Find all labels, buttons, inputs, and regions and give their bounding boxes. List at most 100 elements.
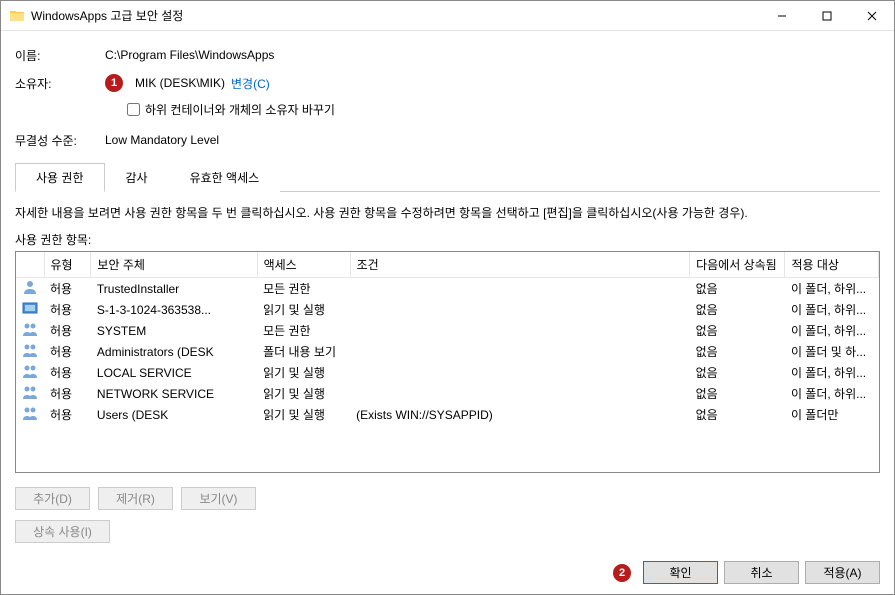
list-label: 사용 권한 항목: <box>15 231 880 248</box>
replace-owner-checkbox[interactable] <box>127 103 140 116</box>
table-row[interactable]: 허용S-1-3-1024-363538...읽기 및 실행 없음이 폴더, 하위.… <box>16 299 879 320</box>
tabs: 사용 권한 감사 유효한 액세스 <box>15 162 880 192</box>
col-applies[interactable]: 적용 대상 <box>785 252 879 278</box>
integrity-label: 무결성 수준: <box>15 132 105 149</box>
col-icon[interactable] <box>16 252 44 278</box>
col-type[interactable]: 유형 <box>44 252 91 278</box>
principal-icon <box>16 383 44 404</box>
cell-applies: 이 폴더, 하위... <box>785 299 879 320</box>
view-button[interactable]: 보기(V) <box>181 487 256 510</box>
cell-principal: S-1-3-1024-363538... <box>91 299 257 320</box>
cell-inherited: 없음 <box>690 341 785 362</box>
table-row[interactable]: 허용Administrators (DESK폴더 내용 보기 없음이 폴더 및 하… <box>16 341 879 362</box>
name-value: C:\Program Files\WindowsApps <box>105 48 274 62</box>
owner-row: 소유자: 1 MIK (DESK\MIK) 변경(C) <box>15 71 880 95</box>
principal-icon <box>16 404 44 425</box>
close-button[interactable] <box>849 1 894 30</box>
cell-principal: SYSTEM <box>91 320 257 341</box>
apply-button[interactable]: 적용(A) <box>805 561 880 584</box>
cell-type: 허용 <box>44 278 91 300</box>
enable-inheritance-button[interactable]: 상속 사용(I) <box>15 520 110 543</box>
inherit-row: 상속 사용(I) <box>15 520 880 543</box>
cell-type: 허용 <box>44 362 91 383</box>
cell-access: 읽기 및 실행 <box>257 362 350 383</box>
cell-type: 허용 <box>44 320 91 341</box>
cell-principal: NETWORK SERVICE <box>91 383 257 404</box>
titlebar: WindowsApps 고급 보안 설정 <box>1 1 894 31</box>
cell-inherited: 없음 <box>690 278 785 300</box>
principal-icon <box>16 341 44 362</box>
table-header-row: 유형 보안 주체 액세스 조건 다음에서 상속됨 적용 대상 <box>16 252 879 278</box>
owner-value-group: 1 MIK (DESK\MIK) 변경(C) <box>105 74 270 92</box>
col-inherited[interactable]: 다음에서 상속됨 <box>690 252 785 278</box>
cell-applies: 이 폴더, 하위... <box>785 362 879 383</box>
table-row[interactable]: 허용TrustedInstaller모든 권한없음이 폴더, 하위... <box>16 278 879 300</box>
col-condition[interactable]: 조건 <box>350 252 689 278</box>
window-title: WindowsApps 고급 보안 설정 <box>31 7 759 24</box>
cell-type: 허용 <box>44 299 91 320</box>
permissions-table: 유형 보안 주체 액세스 조건 다음에서 상속됨 적용 대상 허용Trusted… <box>16 252 879 425</box>
replace-owner-label: 하위 컨테이너와 개체의 소유자 바꾸기 <box>145 101 335 118</box>
table-row[interactable]: 허용NETWORK SERVICE읽기 및 실행 없음이 폴더, 하위... <box>16 383 879 404</box>
cell-applies: 이 폴더만 <box>785 404 879 425</box>
instruction-text: 자세한 내용을 보려면 사용 권한 항목을 두 번 클릭하십시오. 사용 권한 … <box>15 204 880 221</box>
principal-icon <box>16 320 44 341</box>
cell-inherited: 없음 <box>690 383 785 404</box>
table-row[interactable]: 허용Users (DESK읽기 및 실행(Exists WIN://SYSAPP… <box>16 404 879 425</box>
integrity-value: Low Mandatory Level <box>105 133 219 147</box>
cell-access: 읽기 및 실행 <box>257 299 350 320</box>
cell-condition <box>350 278 689 300</box>
add-button[interactable]: 추가(D) <box>15 487 90 510</box>
cell-condition <box>350 320 689 341</box>
cell-inherited: 없음 <box>690 404 785 425</box>
remove-button[interactable]: 제거(R) <box>98 487 173 510</box>
window-controls <box>759 1 894 30</box>
action-buttons: 추가(D) 제거(R) 보기(V) <box>15 487 880 510</box>
folder-icon <box>9 8 25 24</box>
permissions-table-container: 유형 보안 주체 액세스 조건 다음에서 상속됨 적용 대상 허용Trusted… <box>15 251 880 473</box>
replace-owner-row: 하위 컨테이너와 개체의 소유자 바꾸기 <box>127 101 880 118</box>
cell-applies: 이 폴더, 하위... <box>785 383 879 404</box>
name-label: 이름: <box>15 47 105 64</box>
maximize-button[interactable] <box>804 1 849 30</box>
marker-2: 2 <box>613 564 631 582</box>
col-principal[interactable]: 보안 주체 <box>91 252 257 278</box>
tab-permissions[interactable]: 사용 권한 <box>15 163 105 192</box>
cell-principal: LOCAL SERVICE <box>91 362 257 383</box>
cell-condition <box>350 362 689 383</box>
cell-applies: 이 폴더, 하위... <box>785 320 879 341</box>
cell-type: 허용 <box>44 383 91 404</box>
cell-type: 허용 <box>44 341 91 362</box>
principal-icon <box>16 299 44 320</box>
cell-access: 읽기 및 실행 <box>257 404 350 425</box>
dialog-footer: 2 확인 취소 적용(A) <box>1 551 894 594</box>
cell-condition <box>350 341 689 362</box>
marker-1: 1 <box>105 74 123 92</box>
cell-condition <box>350 299 689 320</box>
table-row[interactable]: 허용LOCAL SERVICE읽기 및 실행 없음이 폴더, 하위... <box>16 362 879 383</box>
table-row[interactable]: 허용SYSTEM모든 권한없음이 폴더, 하위... <box>16 320 879 341</box>
ok-button[interactable]: 확인 <box>643 561 718 584</box>
cell-applies: 이 폴더 및 하... <box>785 341 879 362</box>
cell-principal: Administrators (DESK <box>91 341 257 362</box>
tab-auditing[interactable]: 감사 <box>105 163 169 192</box>
cell-inherited: 없음 <box>690 299 785 320</box>
col-access[interactable]: 액세스 <box>257 252 350 278</box>
tab-effective-access[interactable]: 유효한 액세스 <box>169 163 281 192</box>
change-owner-link[interactable]: 변경(C) <box>231 75 270 92</box>
minimize-button[interactable] <box>759 1 804 30</box>
principal-icon <box>16 278 44 300</box>
cell-condition: (Exists WIN://SYSAPPID) <box>350 404 689 425</box>
advanced-security-window: WindowsApps 고급 보안 설정 이름: C:\Program File… <box>0 0 895 595</box>
cell-type: 허용 <box>44 404 91 425</box>
cancel-button[interactable]: 취소 <box>724 561 799 584</box>
owner-value: MIK (DESK\MIK) <box>135 76 225 90</box>
cell-access: 모든 권한 <box>257 278 350 300</box>
content-area: 이름: C:\Program Files\WindowsApps 소유자: 1 … <box>1 31 894 551</box>
cell-inherited: 없음 <box>690 362 785 383</box>
owner-label: 소유자: <box>15 75 105 92</box>
cell-access: 모든 권한 <box>257 320 350 341</box>
cell-access: 읽기 및 실행 <box>257 383 350 404</box>
cell-principal: TrustedInstaller <box>91 278 257 300</box>
cell-access: 폴더 내용 보기 <box>257 341 350 362</box>
